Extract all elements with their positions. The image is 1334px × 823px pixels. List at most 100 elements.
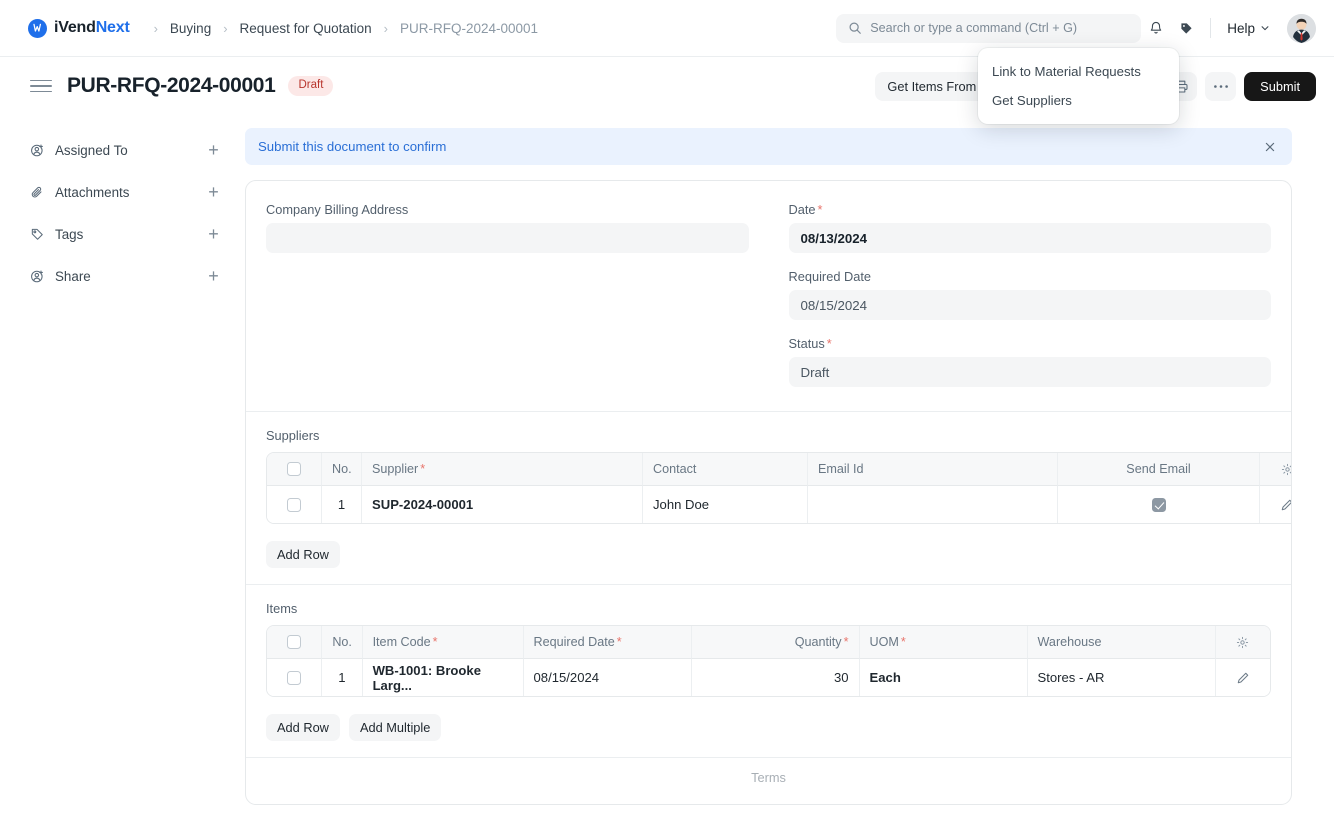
alert-message: Submit this document to confirm — [258, 139, 447, 154]
cell-quantity[interactable]: 30 — [691, 659, 860, 696]
column-header-warehouse: Warehouse — [1027, 626, 1216, 659]
avatar[interactable] — [1287, 13, 1316, 43]
field-label: Required Date — [788, 269, 872, 284]
menu-item-link-to-material-requests[interactable]: Link to Material Requests — [978, 57, 1179, 86]
gear-icon[interactable] — [1270, 463, 1291, 476]
brand-logo-link[interactable]: iVendNext — [28, 18, 130, 38]
sidebar-item-label: Share — [55, 268, 91, 284]
document-form-card: Company Billing Address Date* Required D… — [245, 180, 1292, 805]
suppliers-grid-title: Suppliers — [266, 428, 320, 443]
close-icon[interactable] — [1261, 139, 1279, 155]
cell-email-id[interactable] — [808, 486, 1058, 523]
company-billing-address-input[interactable] — [266, 223, 749, 253]
suppliers-grid-settings-header — [1260, 453, 1291, 486]
gear-icon[interactable] — [1226, 636, 1260, 649]
sidebar-item-attachments[interactable]: Attachments + — [30, 171, 223, 213]
required-marker: * — [843, 635, 849, 649]
row-checkbox[interactable] — [287, 671, 302, 686]
status-input[interactable] — [788, 357, 1271, 387]
cell-item-code[interactable]: WB-1001: Brooke Larg... — [362, 659, 524, 696]
column-header-contact: Contact — [643, 453, 808, 486]
column-header-supplier: Supplier * — [362, 453, 643, 486]
page-body: Assigned To + Attachments + Tags + Share… — [0, 115, 1334, 823]
search-icon — [848, 21, 862, 35]
items-table: No. Item Code * Required Date * Quantity * … — [266, 625, 1271, 697]
details-section: Company Billing Address Date* Required D… — [246, 181, 1291, 411]
breadcrumb-item-request-for-quotation[interactable]: Request for Quotation — [238, 19, 374, 38]
add-assigned-to-button[interactable]: + — [204, 141, 223, 160]
notifications-button[interactable] — [1141, 13, 1171, 43]
sidebar-item-label: Assigned To — [55, 142, 128, 158]
hamburger-icon[interactable] — [30, 76, 52, 96]
breadcrumb-item-buying[interactable]: Buying — [168, 19, 213, 38]
suppliers-actions: Add Row — [246, 541, 1291, 568]
row-select-cell — [267, 659, 323, 696]
cell-contact[interactable]: John Doe — [643, 486, 808, 523]
column-header-no: No. — [322, 453, 362, 486]
tags-button[interactable] — [1171, 13, 1201, 43]
navbar-right-group: Help — [836, 13, 1316, 43]
table-row[interactable]: 1 WB-1001: Brooke Larg... 08/15/2024 30 … — [267, 659, 1270, 696]
items-grid-settings-header — [1215, 626, 1270, 659]
suppliers-select-all-header — [267, 453, 322, 486]
suppliers-grid-section: Suppliers No. Supplier * Contact Email I… — [246, 412, 1291, 541]
document-main: Submit this document to confirm Company … — [245, 115, 1334, 823]
date-input[interactable] — [788, 223, 1271, 253]
select-all-checkbox[interactable] — [287, 635, 302, 650]
suppliers-table: No. Supplier * Contact Email Id Send Emai… — [266, 452, 1291, 524]
add-share-button[interactable]: + — [204, 267, 223, 286]
sidebar-item-share[interactable]: Share + — [30, 255, 223, 297]
pencil-icon[interactable] — [1270, 498, 1291, 512]
table-row[interactable]: 1 SUP-2024-00001 John Doe — [267, 486, 1291, 523]
add-attachment-button[interactable]: + — [204, 183, 223, 202]
sidebar-item-assigned-to[interactable]: Assigned To + — [30, 129, 223, 171]
required-marker: * — [616, 635, 622, 649]
document-sidebar: Assigned To + Attachments + Tags + Share… — [0, 115, 245, 823]
ivend-logo-icon — [28, 18, 47, 38]
search-box[interactable] — [836, 13, 1142, 43]
row-select-cell — [267, 486, 322, 523]
field-label: Company Billing Address — [266, 202, 409, 217]
required-date-input[interactable] — [788, 290, 1271, 320]
select-all-checkbox[interactable] — [287, 462, 301, 477]
search-input[interactable] — [870, 21, 1130, 35]
items-actions: Add Row Add Multiple — [246, 714, 1291, 741]
form-column-left: Company Billing Address — [266, 202, 749, 403]
column-header-email-id: Email Id — [808, 453, 1058, 486]
cell-warehouse[interactable]: Stores - AR — [1027, 659, 1216, 696]
breadcrumb-separator: › — [223, 20, 228, 36]
breadcrumb-item-document[interactable]: PUR-RFQ-2024-00001 — [398, 19, 540, 38]
items-select-all-header — [267, 626, 323, 659]
table-header-row: No. Supplier * Contact Email Id Send Emai… — [267, 453, 1291, 486]
cell-required-date[interactable]: 08/15/2024 — [523, 659, 692, 696]
sidebar-item-tags[interactable]: Tags + — [30, 213, 223, 255]
ellipsis-icon — [1213, 84, 1229, 89]
send-email-checkbox[interactable] — [1151, 498, 1166, 513]
field-company-billing-address: Company Billing Address — [266, 202, 749, 253]
row-checkbox[interactable] — [287, 498, 301, 513]
field-label: Status * — [788, 336, 832, 351]
items-add-row-button[interactable]: Add Row — [266, 714, 340, 741]
menu-item-get-suppliers[interactable]: Get Suppliers — [978, 86, 1179, 115]
cell-uom[interactable]: Each — [859, 659, 1028, 696]
submit-button[interactable]: Submit — [1244, 71, 1316, 101]
more-options-button[interactable] — [1205, 71, 1237, 101]
help-menu-button[interactable]: Help — [1220, 17, 1277, 40]
items-add-multiple-button[interactable]: Add Multiple — [348, 714, 442, 741]
page-title: PUR-RFQ-2024-00001 — [67, 74, 276, 97]
column-header-required-date: Required Date * — [523, 626, 692, 659]
tag-icon — [30, 227, 45, 242]
next-section-clipped: Terms — [246, 758, 1291, 804]
cell-supplier[interactable]: SUP-2024-00001 — [362, 486, 643, 523]
required-marker: * — [900, 635, 906, 649]
add-tag-button[interactable]: + — [204, 225, 223, 244]
brand-name-primary: iVend — [54, 19, 96, 36]
suppliers-add-row-button[interactable]: Add Row — [266, 541, 340, 568]
breadcrumb-separator: › — [153, 20, 158, 36]
clipped-field-label: Terms — [751, 770, 786, 785]
breadcrumb: › Buying › Request for Quotation › PUR-R… — [144, 19, 540, 38]
help-label: Help — [1227, 20, 1255, 36]
pencil-icon[interactable] — [1226, 671, 1260, 685]
cell-send-email — [1058, 486, 1260, 523]
required-marker: * — [420, 462, 426, 476]
